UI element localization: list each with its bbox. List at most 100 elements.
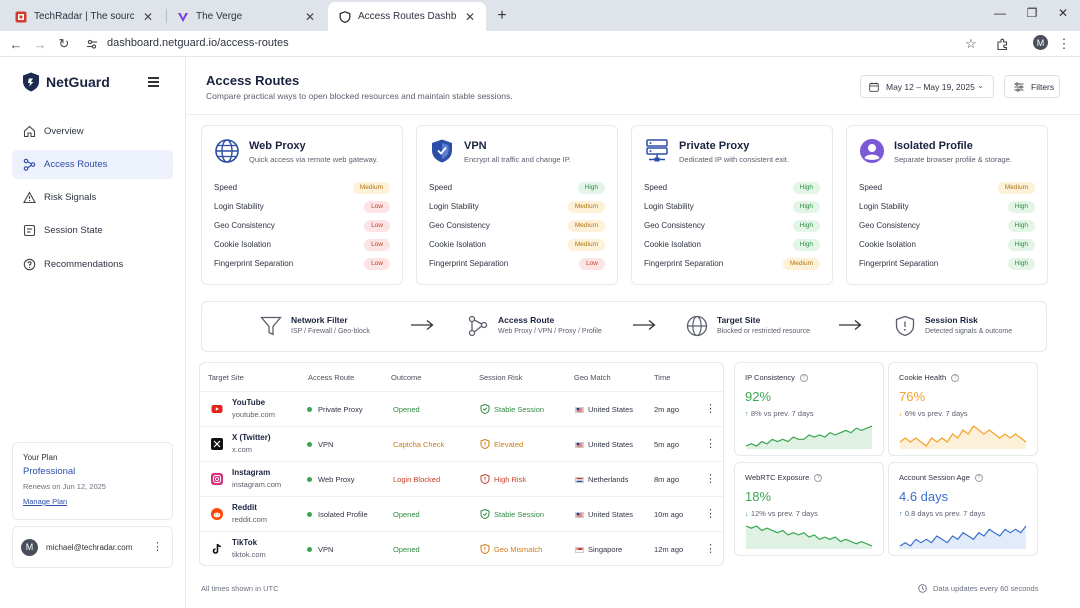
metric-row: Fingerprint Separation Low xyxy=(429,258,605,270)
manage-plan-link[interactable]: Manage Plan xyxy=(23,497,162,506)
level-badge: Medium xyxy=(352,182,390,194)
sidebar-item-overview[interactable]: Overview xyxy=(12,117,173,146)
card-description: Encrypt all traffic and change IP. xyxy=(464,155,571,164)
table-row[interactable]: Reddit reddit.com Isolated Profile Opene… xyxy=(200,496,723,531)
site-url: reddit.com xyxy=(232,515,268,524)
trend-arrow-icon: ↑ xyxy=(745,409,749,418)
home-icon xyxy=(22,125,36,139)
level-badge: High xyxy=(577,182,605,194)
stat-card-cookie-health[interactable]: Cookie Health? 76% ↓ 6% vs prev. 7 days xyxy=(888,362,1038,456)
route-card-web-proxy[interactable]: Web Proxy Quick access via remote web ga… xyxy=(201,125,403,285)
plan-name: Professional xyxy=(23,466,76,477)
risk-cell: Stable Session xyxy=(480,404,544,414)
info-icon[interactable]: ? xyxy=(814,473,823,482)
sidebar-item-access-routes[interactable]: Access Routes xyxy=(12,150,173,179)
info-icon[interactable]: ? xyxy=(799,373,808,382)
risk-cell: Geo Mismatch xyxy=(480,544,542,554)
route-card-vpn[interactable]: VPN Encrypt all traffic and change IP. S… xyxy=(416,125,618,285)
stat-card-webrtc-exposure[interactable]: WebRTC Exposure? 18% ↓ 12% vs prev. 7 da… xyxy=(734,462,884,556)
back-arrow-icon[interactable]: ← xyxy=(7,35,25,53)
site-name: YouTube xyxy=(232,398,266,407)
stat-value: 76% xyxy=(899,389,926,404)
row-more-icon[interactable]: ⋮ xyxy=(705,437,716,450)
level-badge: Low xyxy=(364,220,390,232)
row-more-icon[interactable]: ⋮ xyxy=(705,542,716,555)
window-close-icon[interactable]: ✕ xyxy=(1055,6,1071,20)
sidebar-item-label: Overview xyxy=(44,126,84,137)
shield-alert-icon xyxy=(480,544,490,554)
sliders-icon xyxy=(1014,81,1024,92)
new-tab-icon[interactable]: + xyxy=(494,7,510,25)
more-options-icon[interactable]: ⋮ xyxy=(152,540,163,553)
shield-icon xyxy=(429,138,457,166)
browser-menu-icon[interactable]: ⋮ xyxy=(1055,35,1073,53)
metric-row: Fingerprint Separation Medium xyxy=(644,258,820,270)
column-header[interactable]: Target Site xyxy=(208,373,244,382)
restore-icon[interactable]: ❐ xyxy=(1024,6,1040,20)
row-more-icon[interactable]: ⋮ xyxy=(705,402,716,415)
stat-card-ip-consistency[interactable]: IP Consistency? 92% ↑ 8% vs prev. 7 days xyxy=(734,362,884,456)
table-row[interactable]: Instagram instagram.com Web Proxy Login … xyxy=(200,461,723,496)
close-tab-icon[interactable]: ✕ xyxy=(464,10,476,24)
metric-row: Login Stability High xyxy=(644,201,820,213)
tab-access-routes[interactable]: Access Routes Dashboard ✕ xyxy=(328,2,486,31)
metric-row: Login Stability Medium xyxy=(429,201,605,213)
sidebar-item-recommendations[interactable]: Recommendations xyxy=(12,250,173,279)
close-tab-icon[interactable]: ✕ xyxy=(142,10,154,24)
brand[interactable]: NetGuard xyxy=(22,72,110,92)
tab-techradar[interactable]: TechRadar | The source for tech ✕ xyxy=(4,2,164,31)
sidebar-item-risk-signals[interactable]: Risk Signals xyxy=(12,183,173,212)
route-card-private-proxy[interactable]: Private Proxy Dedicated IP with consiste… xyxy=(631,125,833,285)
route-label: Web Proxy xyxy=(318,475,355,484)
column-header[interactable]: Outcome xyxy=(391,373,421,382)
flow-step-subtitle: Web Proxy / VPN / Proxy / Profile xyxy=(498,328,602,335)
minimize-icon[interactable]: — xyxy=(992,6,1008,20)
metric-row: Geo Consistency High xyxy=(859,220,1035,232)
column-header[interactable]: Geo Match xyxy=(574,373,611,382)
risk-cell: Stable Session xyxy=(480,509,544,519)
user-card[interactable]: M michael@techradar.com ⋮ xyxy=(12,526,173,568)
info-icon[interactable]: ? xyxy=(974,473,983,482)
level-badge: High xyxy=(792,182,820,194)
info-icon[interactable]: ? xyxy=(951,373,960,382)
forward-arrow-icon[interactable]: → xyxy=(31,35,49,53)
level-badge: High xyxy=(1007,220,1035,232)
refresh-note: Data updates every 60 seconds xyxy=(918,584,1038,593)
column-header[interactable]: Access Route xyxy=(308,373,354,382)
page-subtitle: Compare practical ways to open blocked r… xyxy=(206,91,513,101)
extensions-icon[interactable] xyxy=(993,35,1011,53)
sidebar-item-session-state[interactable]: Session State xyxy=(12,216,173,245)
filters-button[interactable]: Filters xyxy=(1004,75,1060,98)
reload-icon[interactable]: ↻ xyxy=(55,35,73,53)
date-range-picker[interactable]: May 12 – May 19, 2025 ⌄ xyxy=(860,75,994,98)
table-row[interactable]: TikTok tiktok.com VPN Opened Geo Mismatc… xyxy=(200,531,723,565)
profile-avatar[interactable]: M xyxy=(1033,35,1048,50)
url-field[interactable]: dashboard.netguard.io/access-routes xyxy=(107,37,289,49)
flow-step-title: Access Route xyxy=(498,315,555,325)
sidebar-item-label: Access Routes xyxy=(44,159,108,170)
metric-row: Speed High xyxy=(644,182,820,194)
stat-delta-label: 12% vs prev. 7 days xyxy=(750,509,818,518)
tab-the-verge[interactable]: The Verge ✕ xyxy=(166,2,326,31)
column-header[interactable]: Time xyxy=(654,373,670,382)
filters-label: Filters xyxy=(1031,81,1055,92)
close-tab-icon[interactable]: ✕ xyxy=(304,10,316,24)
route-card-isolated-profile[interactable]: Isolated Profile Separate browser profil… xyxy=(846,125,1048,285)
user-email: michael@techradar.com xyxy=(46,542,133,552)
route-cell: VPN xyxy=(307,545,333,554)
trend-arrow-icon: ↓ xyxy=(745,509,749,518)
row-more-icon[interactable]: ⋮ xyxy=(705,507,716,520)
hamburger-menu-icon[interactable] xyxy=(148,77,159,89)
row-more-icon[interactable]: ⋮ xyxy=(705,472,716,485)
metric-label: Login Stability xyxy=(644,202,694,211)
bookmark-star-icon[interactable]: ☆ xyxy=(962,35,980,53)
route-label: VPN xyxy=(318,545,334,554)
column-header[interactable]: Session Risk xyxy=(479,373,522,382)
table-row[interactable]: YouTube youtube.com Private Proxy Opened… xyxy=(200,391,723,426)
site-info-icon[interactable] xyxy=(83,35,101,53)
stat-card-account-session-age[interactable]: Account Session Age? 4.6 days ↑ 0.8 days… xyxy=(888,462,1038,556)
table-row[interactable]: X (Twitter) x.com VPN Captcha Check Elev… xyxy=(200,426,723,461)
metric-label: Fingerprint Separation xyxy=(859,259,939,268)
stat-value: 4.6 days xyxy=(899,489,949,504)
time-cell: 5m ago xyxy=(654,440,680,449)
